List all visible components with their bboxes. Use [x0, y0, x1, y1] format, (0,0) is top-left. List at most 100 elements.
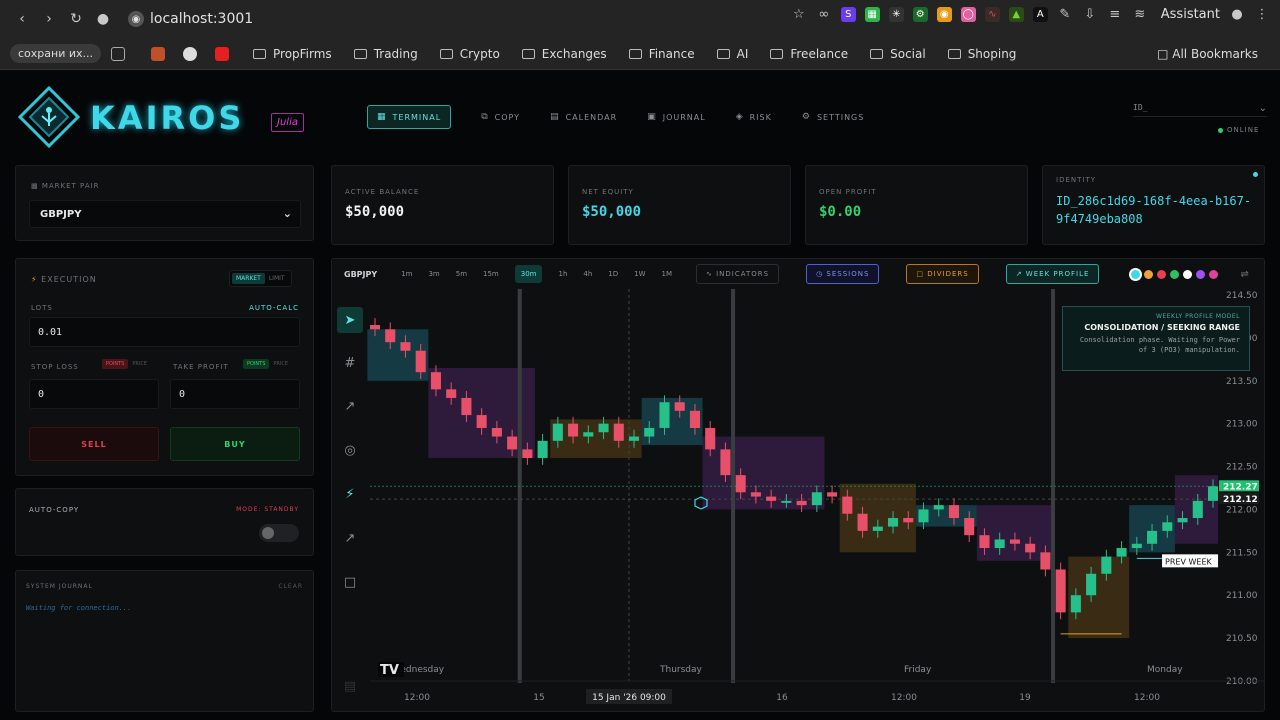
nav-tab-calendar[interactable]: ▤ CALENDAR	[550, 112, 617, 122]
timeframe-30m[interactable]: 30m	[514, 265, 543, 283]
tp-points-button[interactable]: POINTS	[243, 359, 270, 369]
market-pair-select[interactable]: GBPJPY ⌄	[29, 200, 301, 228]
extension-icon[interactable]: ✳	[888, 7, 904, 22]
color-swatches	[1131, 269, 1219, 279]
mode-market-button[interactable]: MARKET	[232, 273, 265, 284]
bookmark-icon[interactable]	[151, 46, 165, 61]
puzzle-icon[interactable]: ✎	[1057, 7, 1073, 22]
menu-icon[interactable]: ≡	[1107, 7, 1123, 22]
mode-limit-button[interactable]: LIMIT	[265, 273, 289, 284]
microphone-icon[interactable]: ●	[91, 7, 115, 31]
sessions-button[interactable]: ◷ SESSIONS	[806, 264, 880, 284]
indicators-button[interactable]: ∿ INDICATORS	[695, 264, 780, 284]
color-swatch[interactable]	[1157, 269, 1167, 279]
timeframe-1mo[interactable]: 1M	[661, 270, 672, 278]
timeframe-4h[interactable]: 4h	[583, 270, 592, 278]
take-profit-input[interactable]: 0	[170, 379, 300, 409]
nav-tab-terminal[interactable]: ▦ TERMINAL	[367, 105, 452, 129]
timeframe-3m[interactable]: 3m	[428, 270, 439, 278]
bookmark-folder[interactable]: Freelance	[770, 47, 848, 61]
download-icon[interactable]: ⇩	[1082, 7, 1098, 22]
color-swatch[interactable]	[1209, 269, 1219, 279]
extension-icon[interactable]: A	[1032, 7, 1048, 22]
candle-body	[1192, 500, 1203, 519]
color-swatch[interactable]	[1131, 269, 1141, 279]
bookmark-folder[interactable]: Exchanges	[521, 47, 607, 61]
youtube-icon[interactable]	[215, 46, 229, 61]
nav-tab-journal[interactable]: ▣ JOURNAL	[647, 112, 706, 122]
execution-panel: ⚡ EXECUTION MARKET LIMIT LOTS AUTO-CALC …	[15, 258, 314, 476]
star-icon[interactable]: ☆	[791, 7, 807, 22]
color-swatch[interactable]	[1170, 269, 1180, 279]
net-equity-label: NET EQUITY	[582, 188, 634, 196]
reload-icon[interactable]: ↻	[64, 7, 88, 31]
folder-icon	[439, 48, 453, 59]
more-icon[interactable]: ⋮	[1254, 7, 1270, 22]
timeframe-1m[interactable]: 1m	[401, 270, 412, 278]
toggle-knob	[262, 527, 274, 539]
sell-button[interactable]: SELL	[29, 427, 159, 461]
nav-tab-risk[interactable]: ◈ RISK	[736, 112, 772, 122]
account-id-select[interactable]: ID_ ⌄	[1133, 103, 1267, 117]
timeframe-15m[interactable]: 15m	[483, 270, 499, 278]
bookmark-folder[interactable]: Crypto	[439, 47, 500, 61]
bookmark-icon[interactable]	[183, 46, 197, 61]
bookmark-folder[interactable]: AI	[716, 47, 748, 61]
nav-tab-copy[interactable]: ⧉ COPY	[481, 112, 520, 122]
auto-copy-toggle[interactable]	[259, 524, 299, 542]
stop-loss-input[interactable]: 0	[29, 379, 159, 409]
back-icon[interactable]: ‹	[10, 7, 34, 31]
timeframe-1h[interactable]: 1h	[558, 270, 567, 278]
extension-icon[interactable]: ◉	[936, 7, 952, 22]
folder-icon	[716, 48, 730, 59]
timeframe-1d[interactable]: 1D	[608, 270, 618, 278]
audio-icon[interactable]: ≋	[1132, 7, 1148, 22]
site-info-icon[interactable]: ◉	[128, 11, 144, 27]
address-bar[interactable]: ◉ localhost:3001	[128, 6, 253, 32]
forward-icon[interactable]: ›	[37, 7, 61, 31]
bookmark-folder[interactable]: Shoping	[947, 47, 1016, 61]
profile-icon[interactable]: ●	[1229, 7, 1245, 22]
extension-icon[interactable]: ∿	[984, 7, 1000, 22]
bookmark-folder[interactable]: PropFirms	[253, 47, 332, 61]
tp-price-button[interactable]: PRICE	[269, 359, 292, 369]
extension-icon[interactable]: ▲	[1008, 7, 1024, 22]
color-swatch[interactable]	[1144, 269, 1154, 279]
extension-icon[interactable]: S	[840, 7, 856, 22]
buy-button[interactable]: BUY	[170, 427, 300, 461]
nav-tab-settings[interactable]: ⚙ SETTINGS	[802, 112, 864, 122]
bookmark-folder[interactable]: Social	[870, 47, 926, 61]
color-swatch[interactable]	[1183, 269, 1193, 279]
all-bookmarks-button[interactable]: □ All Bookmarks	[1157, 47, 1258, 61]
folder-icon	[628, 48, 642, 59]
color-swatch[interactable]	[1196, 269, 1206, 279]
extension-icon[interactable]: ▦	[864, 7, 880, 22]
sl-points-button[interactable]: POINTS	[102, 359, 129, 369]
candle-body	[644, 427, 655, 437]
bookmark-folder[interactable]: Trading	[353, 47, 418, 61]
candle-body	[400, 342, 411, 351]
identity-label: IDENTITY	[1056, 176, 1097, 184]
apps-grid-icon[interactable]	[111, 46, 125, 61]
extension-icon[interactable]: ◯	[960, 7, 976, 22]
candle-body	[842, 496, 853, 514]
open-profit-card: OPEN PROFIT $0.00	[805, 165, 1028, 245]
bookmark-pinned[interactable]: сохрани их...	[10, 44, 101, 63]
kairos-app: KAIROS Julia ▦ TERMINAL ⧉ COPY ▤ CALENDAR ▣…	[0, 71, 1280, 720]
journal-clear-button[interactable]: CLEAR	[278, 583, 303, 590]
week-profile-button[interactable]: ↗ WEEK PROFILE	[1005, 264, 1100, 284]
chart-settings-icon[interactable]: ⇌	[1240, 269, 1248, 280]
timeframe-1w[interactable]: 1W	[634, 270, 645, 278]
auto-calc-link[interactable]: AUTO-CALC	[249, 304, 299, 312]
extension-icon[interactable]: ⚙	[912, 7, 928, 22]
sl-price-button[interactable]: PRICE	[128, 359, 151, 369]
timeframe-5m[interactable]: 5m	[456, 270, 467, 278]
bookmark-folder[interactable]: Finance	[628, 47, 695, 61]
last-price-text: 212.27	[1223, 482, 1258, 492]
assistant-button[interactable]: Assistant	[1161, 7, 1220, 22]
dividers-button[interactable]: □ DIVIDERS	[906, 264, 979, 284]
candle-body	[827, 492, 838, 497]
lots-input[interactable]: 0.01	[29, 317, 300, 347]
link-icon[interactable]: ∞	[816, 7, 832, 22]
candle-body	[872, 526, 883, 531]
